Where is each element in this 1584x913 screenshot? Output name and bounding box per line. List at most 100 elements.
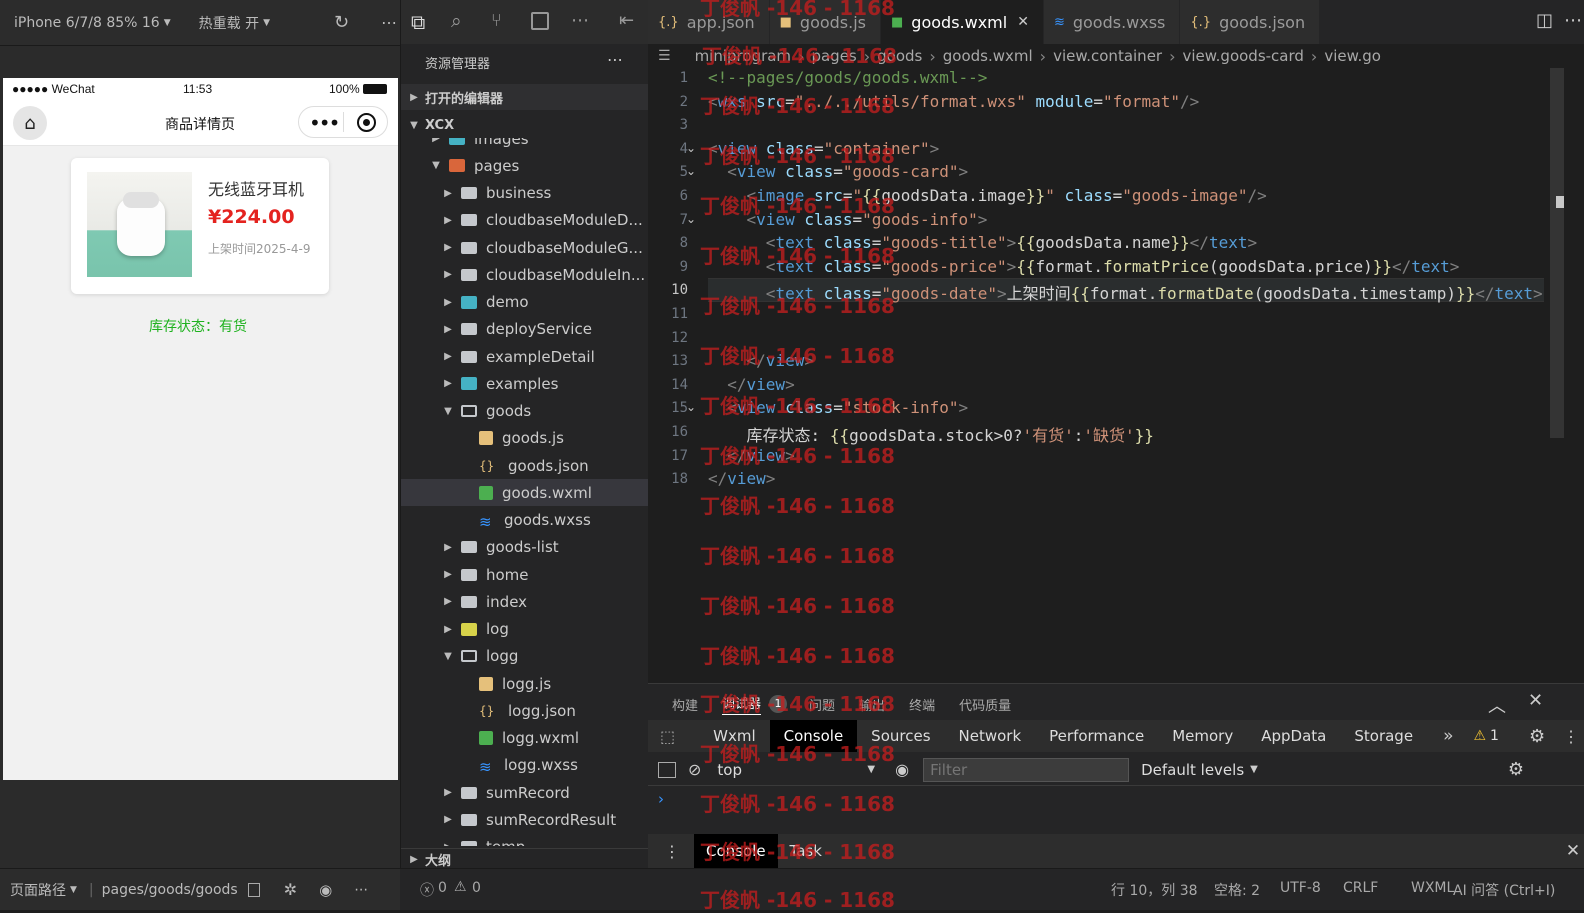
files-icon[interactable]: ⧉ — [411, 10, 425, 34]
cursor-position[interactable]: 行 10，列 38 — [1111, 880, 1198, 900]
file-tree-item[interactable]: ▶ business — [401, 180, 649, 207]
file-tree-item[interactable]: ▶ cloudbaseModuleIn... — [401, 261, 649, 288]
breadcrumb-item[interactable]: view.go — [1324, 47, 1381, 65]
file-tree-item[interactable]: ▶ demo — [401, 289, 649, 316]
more-icon[interactable]: ••• — [309, 111, 340, 135]
language-mode[interactable]: WXML — [1411, 880, 1454, 896]
console-prompt[interactable]: › — [658, 790, 664, 808]
more-icon[interactable]: ⋯ — [571, 10, 589, 31]
breadcrumb-item[interactable]: pages — [811, 47, 856, 65]
inspect-icon[interactable]: ⬚ — [660, 727, 675, 746]
kebab-icon[interactable]: ⋮ — [664, 842, 680, 861]
more-icon[interactable]: ⋯ — [381, 13, 397, 32]
file-tree-item[interactable]: ▶ home — [401, 561, 649, 588]
devtools-tab-sources[interactable]: Sources — [857, 720, 944, 752]
extensions-icon[interactable] — [531, 12, 549, 30]
code-area[interactable]: 1 <!--pages/goods/goods.wxml--> 2 <wxs src=… — [648, 68, 1584, 683]
panel-tab[interactable]: 代码质量 — [959, 695, 1011, 714]
drawer-tab-task[interactable]: Task — [790, 842, 822, 860]
source-control-icon[interactable]: ⑂ — [491, 10, 502, 31]
file-tree-item[interactable]: ▶ temp — [401, 834, 649, 846]
home-icon[interactable]: ⌂ — [13, 106, 47, 140]
breadcrumb-item[interactable]: miniprogram — [695, 47, 791, 65]
indentation[interactable]: 空格: 2 — [1214, 880, 1260, 900]
warning-count-status[interactable]: 0 — [472, 880, 481, 896]
kebab-icon[interactable]: ⋮ — [1563, 727, 1579, 746]
breadcrumb-item[interactable]: view.goods-card — [1183, 47, 1304, 65]
file-tree-item[interactable]: ▶ index — [401, 588, 649, 615]
panel-tab[interactable]: 调试器 — [722, 693, 762, 715]
file-tree-item[interactable]: logg.wxml — [401, 725, 649, 752]
panel-tab[interactable]: 构建 — [672, 695, 698, 714]
file-tree-item[interactable]: ▼ pages — [401, 152, 649, 179]
gear-icon[interactable]: ⚙ — [1529, 726, 1545, 747]
file-tree-item[interactable]: ≋ logg.wxss — [401, 752, 649, 779]
tab-goods-wxml[interactable]: ■ goods.wxml ✕ — [881, 0, 1044, 44]
file-tree-item[interactable]: ▶ images — [401, 138, 649, 152]
breadcrumb-item[interactable]: view.container — [1053, 47, 1162, 65]
breadcrumb-item[interactable]: goods — [877, 47, 922, 65]
error-count[interactable]: 0 — [438, 880, 447, 896]
more-tabs-icon[interactable]: » — [1443, 726, 1453, 746]
file-tree-item[interactable]: ▶ sumRecord — [401, 779, 649, 806]
log-levels-select[interactable]: Default levels — [1141, 761, 1244, 779]
device-selector[interactable]: iPhone 6/7/8 85% 16 — [14, 15, 160, 31]
file-tree-item[interactable]: ▶ exampleDetail — [401, 343, 649, 370]
line-ending[interactable]: CRLF — [1343, 880, 1378, 896]
breadcrumb-item[interactable]: goods.wxml — [943, 47, 1033, 65]
bug-icon[interactable]: ✲ — [284, 880, 297, 899]
devtools-tab-appdata[interactable]: AppData — [1247, 720, 1340, 752]
devtools-tab-storage[interactable]: Storage — [1340, 720, 1427, 752]
file-tree-item[interactable]: ≋ goods.wxss — [401, 507, 649, 534]
file-tree-item[interactable]: ▶ examples — [401, 370, 649, 397]
hot-reload-toggle[interactable]: 热重载 开 — [199, 13, 259, 33]
collapse-panel-icon[interactable]: ⇤ — [619, 10, 634, 31]
fold-chevron-icon[interactable]: ⌄ — [686, 141, 696, 155]
devtools-tab-wxml[interactable]: Wxml — [699, 720, 770, 752]
project-section[interactable]: ▼ XCX — [401, 112, 649, 138]
clear-console-icon[interactable]: ⊘ — [688, 760, 701, 779]
outline-section[interactable]: ▶ 大纲 — [401, 848, 649, 870]
panel-tab[interactable]: 输出 — [859, 695, 885, 714]
file-tree-item[interactable]: ▶ log — [401, 616, 649, 643]
file-tree-item[interactable]: ▶ cloudbaseModuleD... — [401, 207, 649, 234]
file-tree-item[interactable]: ▼ goods — [401, 398, 649, 425]
tab-app-json[interactable]: {.} app.json — [648, 0, 770, 44]
more-icon[interactable]: ⋯ — [1564, 10, 1582, 31]
file-tree-item[interactable]: ▼ logg — [401, 643, 649, 670]
file-tree-item[interactable]: ▶ deployService — [401, 316, 649, 343]
split-editor-icon[interactable]: ◫ — [1536, 10, 1553, 31]
close-drawer-icon[interactable]: ✕ — [1566, 841, 1580, 861]
eye-icon[interactable]: ◉ — [319, 881, 332, 899]
gear-icon[interactable]: ⚙ — [1508, 759, 1524, 780]
fold-chevron-icon[interactable]: ⌄ — [686, 400, 696, 414]
file-tree-item[interactable]: goods.js — [401, 425, 649, 452]
maximize-panel-icon[interactable]: ︿ — [1488, 692, 1506, 718]
filter-input[interactable] — [923, 757, 1130, 782]
close-panel-icon[interactable]: ✕ — [1528, 690, 1543, 711]
open-editors-section[interactable]: ▶ 打开的编辑器 — [401, 84, 649, 110]
fold-chevron-icon[interactable]: ⌄ — [686, 212, 696, 226]
more-icon[interactable]: ⋯ — [354, 882, 368, 898]
devtools-tab-console[interactable]: Console — [769, 720, 858, 752]
more-icon[interactable]: ⋯ — [607, 50, 623, 69]
panel-tab[interactable]: 问题 — [809, 695, 835, 714]
list-icon[interactable]: ☰ — [658, 48, 671, 64]
devtools-tab-memory[interactable]: Memory — [1158, 720, 1247, 752]
devtools-tab-performance[interactable]: Performance — [1035, 720, 1158, 752]
file-tree-item[interactable]: ▶ cloudbaseModuleG... — [401, 234, 649, 261]
tab-goods-json[interactable]: {.} goods.json — [1180, 0, 1321, 44]
scrollbar[interactable] — [1550, 68, 1564, 438]
fold-chevron-icon[interactable]: ⌄ — [686, 164, 696, 178]
devtools-tab-network[interactable]: Network — [945, 720, 1036, 752]
tab-goods-wxss[interactable]: ≋ goods.wxss — [1043, 0, 1181, 44]
encoding[interactable]: UTF-8 — [1280, 880, 1321, 896]
tab-goods-js[interactable]: ■ goods.js — [769, 0, 881, 44]
file-tree-item[interactable]: goods.wxml — [401, 479, 649, 507]
file-tree-item[interactable]: logg.js — [401, 670, 649, 697]
file-tree-item[interactable]: ▶ sumRecordResult — [401, 806, 649, 833]
ai-assistant[interactable]: AI 问答 (Ctrl+I) — [1453, 880, 1555, 900]
refresh-icon[interactable]: ↻ — [334, 12, 349, 33]
file-tree-item[interactable]: ▶ goods-list — [401, 534, 649, 561]
context-selector[interactable]: top — [717, 761, 867, 779]
